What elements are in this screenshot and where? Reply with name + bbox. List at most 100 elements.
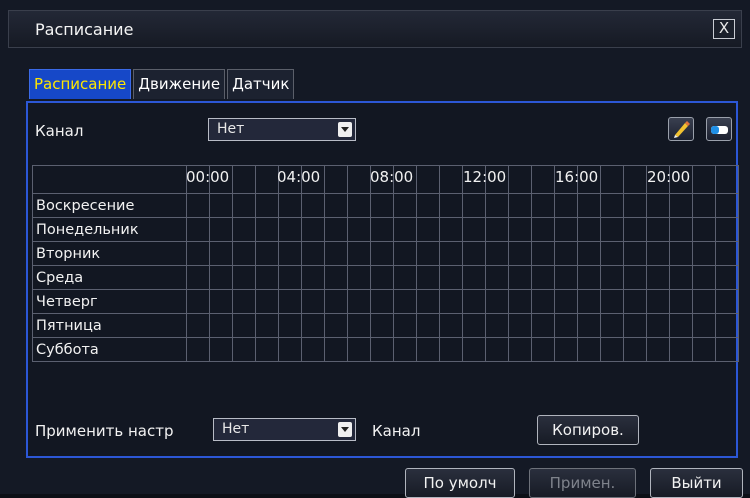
schedule-slot[interactable] <box>255 265 279 290</box>
schedule-slot[interactable] <box>186 313 210 338</box>
schedule-slot[interactable] <box>324 265 348 290</box>
schedule-slot[interactable] <box>347 337 371 362</box>
schedule-slot[interactable] <box>301 217 325 242</box>
schedule-slot[interactable] <box>186 241 210 266</box>
schedule-slot[interactable] <box>209 193 233 218</box>
schedule-slot[interactable] <box>554 337 578 362</box>
schedule-slot[interactable] <box>255 217 279 242</box>
schedule-slot[interactable] <box>416 313 440 338</box>
schedule-slot[interactable] <box>347 241 371 266</box>
schedule-slot[interactable] <box>232 241 256 266</box>
schedule-slot[interactable] <box>186 193 210 218</box>
schedule-slot[interactable] <box>531 217 555 242</box>
schedule-slot[interactable] <box>255 289 279 314</box>
schedule-slot[interactable] <box>508 265 532 290</box>
schedule-slot[interactable] <box>485 265 509 290</box>
schedule-slot[interactable] <box>462 241 486 266</box>
schedule-slot[interactable] <box>508 217 532 242</box>
schedule-slot[interactable] <box>278 313 302 338</box>
schedule-slot[interactable] <box>232 289 256 314</box>
schedule-slot[interactable] <box>232 313 256 338</box>
schedule-slot[interactable] <box>646 241 670 266</box>
schedule-slot[interactable] <box>485 313 509 338</box>
schedule-slot[interactable] <box>531 337 555 362</box>
schedule-slot[interactable] <box>508 241 532 266</box>
schedule-slot[interactable] <box>370 241 394 266</box>
schedule-slot[interactable] <box>485 241 509 266</box>
schedule-slot[interactable] <box>232 265 256 290</box>
schedule-slot[interactable] <box>646 337 670 362</box>
schedule-slot[interactable] <box>531 313 555 338</box>
schedule-slot[interactable] <box>623 241 647 266</box>
tab-schedule[interactable]: Расписание <box>29 69 132 99</box>
schedule-slot[interactable] <box>692 241 716 266</box>
channel-select[interactable]: Нет <box>208 118 356 141</box>
schedule-slot[interactable] <box>623 193 647 218</box>
schedule-slot[interactable] <box>393 337 417 362</box>
tab-motion[interactable]: Движение <box>133 69 226 99</box>
schedule-slot[interactable] <box>623 289 647 314</box>
schedule-slot[interactable] <box>347 193 371 218</box>
schedule-slot[interactable] <box>186 289 210 314</box>
schedule-slot[interactable] <box>209 337 233 362</box>
schedule-slot[interactable] <box>577 265 601 290</box>
schedule-slot[interactable] <box>232 337 256 362</box>
schedule-slot[interactable] <box>209 241 233 266</box>
schedule-slot[interactable] <box>646 193 670 218</box>
schedule-slot[interactable] <box>393 313 417 338</box>
schedule-slot[interactable] <box>600 241 624 266</box>
schedule-slot[interactable] <box>439 241 463 266</box>
schedule-slot[interactable] <box>324 289 348 314</box>
schedule-slot[interactable] <box>531 241 555 266</box>
schedule-slot[interactable] <box>508 193 532 218</box>
schedule-slot[interactable] <box>370 217 394 242</box>
schedule-slot[interactable] <box>669 241 693 266</box>
schedule-slot[interactable] <box>508 289 532 314</box>
schedule-slot[interactable] <box>577 337 601 362</box>
schedule-slot[interactable] <box>439 313 463 338</box>
apply-settings-select[interactable]: Нет <box>213 418 356 441</box>
schedule-slot[interactable] <box>623 337 647 362</box>
schedule-slot[interactable] <box>301 241 325 266</box>
schedule-slot[interactable] <box>462 289 486 314</box>
schedule-slot[interactable] <box>324 217 348 242</box>
schedule-slot[interactable] <box>692 313 716 338</box>
schedule-slot[interactable] <box>692 193 716 218</box>
schedule-slot[interactable] <box>186 337 210 362</box>
schedule-slot[interactable] <box>669 337 693 362</box>
schedule-slot[interactable] <box>669 193 693 218</box>
schedule-slot[interactable] <box>531 289 555 314</box>
schedule-slot[interactable] <box>623 313 647 338</box>
schedule-slot[interactable] <box>577 217 601 242</box>
schedule-slot[interactable] <box>186 217 210 242</box>
schedule-slot[interactable] <box>301 289 325 314</box>
schedule-slot[interactable] <box>301 313 325 338</box>
schedule-slot[interactable] <box>646 289 670 314</box>
erase-button[interactable] <box>706 117 732 141</box>
schedule-slot[interactable] <box>209 289 233 314</box>
schedule-slot[interactable] <box>232 193 256 218</box>
schedule-slot[interactable] <box>393 217 417 242</box>
schedule-slot[interactable] <box>393 193 417 218</box>
schedule-slot[interactable] <box>393 265 417 290</box>
schedule-slot[interactable] <box>646 313 670 338</box>
schedule-slot[interactable] <box>439 217 463 242</box>
schedule-slot[interactable] <box>393 241 417 266</box>
schedule-slot[interactable] <box>646 265 670 290</box>
schedule-slot[interactable] <box>554 289 578 314</box>
schedule-slot[interactable] <box>255 241 279 266</box>
schedule-slot[interactable] <box>209 265 233 290</box>
schedule-slot[interactable] <box>600 265 624 290</box>
close-button[interactable]: X <box>713 19 735 39</box>
schedule-slot[interactable] <box>715 265 739 290</box>
schedule-slot[interactable] <box>278 241 302 266</box>
schedule-slot[interactable] <box>669 289 693 314</box>
schedule-slot[interactable] <box>416 217 440 242</box>
schedule-slot[interactable] <box>278 337 302 362</box>
schedule-slot[interactable] <box>554 193 578 218</box>
schedule-slot[interactable] <box>715 313 739 338</box>
schedule-slot[interactable] <box>439 193 463 218</box>
schedule-slot[interactable] <box>370 193 394 218</box>
schedule-slot[interactable] <box>255 313 279 338</box>
tab-sensor[interactable]: Датчик <box>227 69 295 99</box>
